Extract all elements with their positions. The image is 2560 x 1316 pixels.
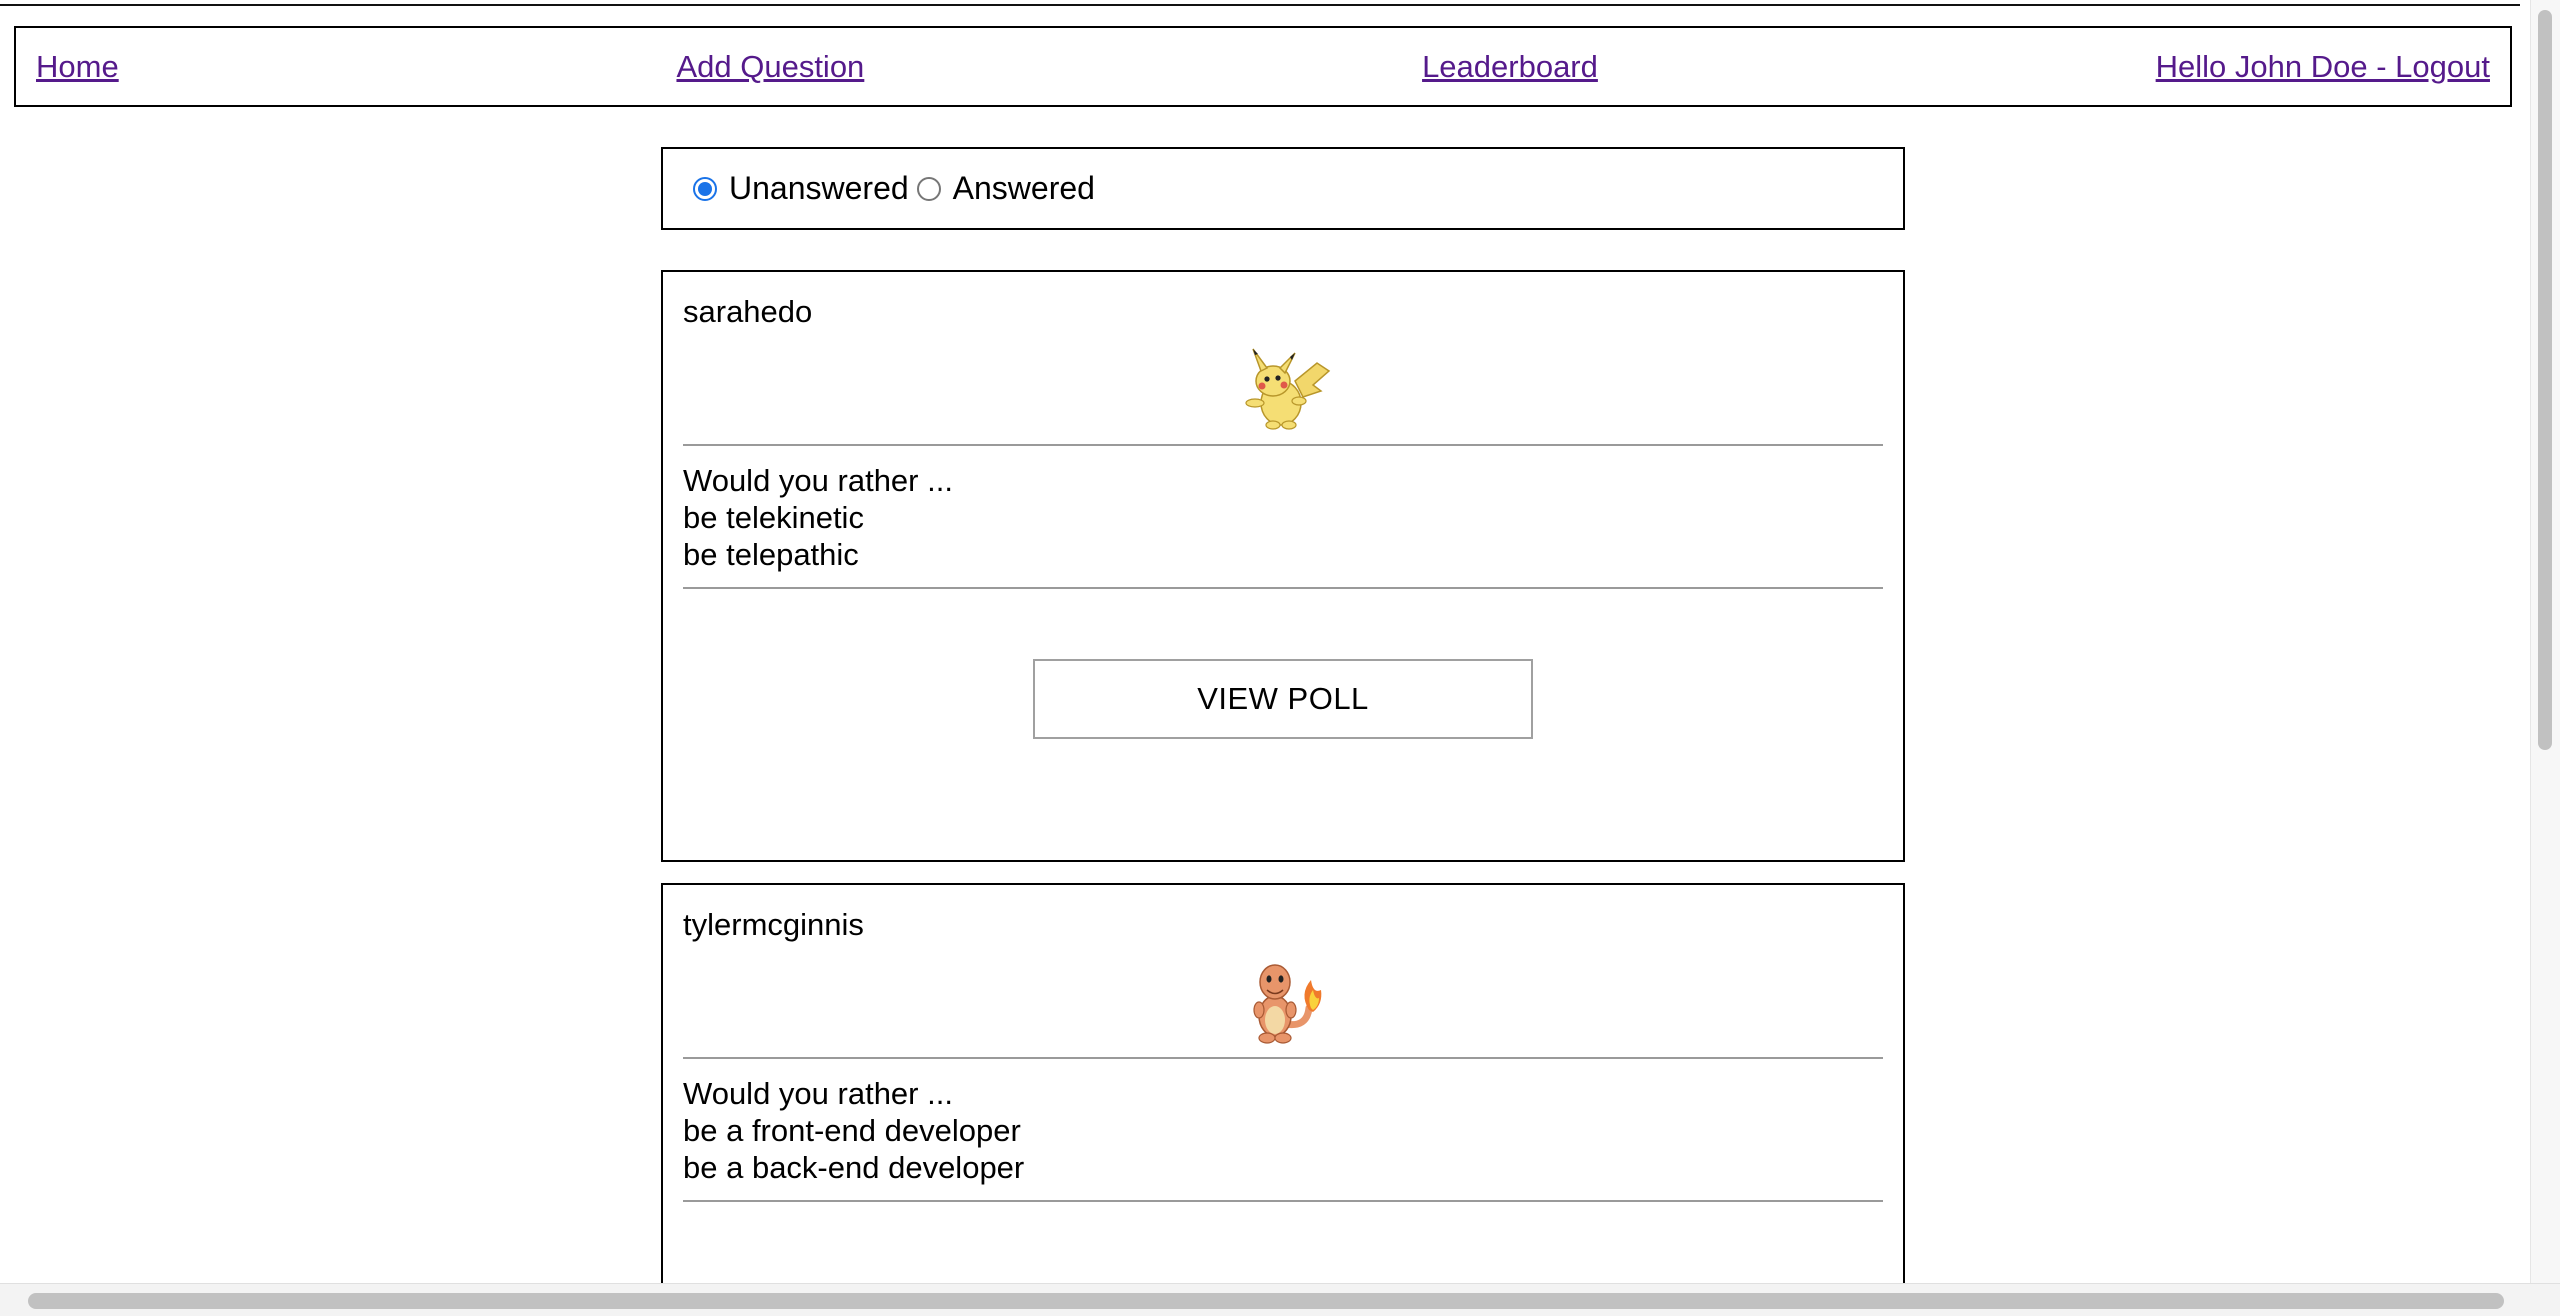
question-card: tylermcginnis Would you rather ... be a …: [661, 883, 1905, 1316]
top-divider: [0, 0, 2520, 6]
vertical-scrollbar-thumb[interactable]: [2538, 10, 2552, 750]
pikachu-avatar: [1245, 348, 1331, 430]
answered-radio[interactable]: [916, 176, 941, 201]
question-option-two: be telepathic: [683, 537, 859, 572]
question-filter: Unanswered Answered: [661, 147, 1905, 230]
top-navigation: Home Add Question Leaderboard Hello John…: [14, 26, 2512, 107]
question-card: sarahedo Would you rather ... be telekin…: [661, 270, 1905, 862]
charmander-avatar: [1253, 964, 1322, 1044]
question-option-one: be a front-end developer: [683, 1113, 1021, 1148]
answered-label[interactable]: Answered: [953, 170, 1095, 207]
view-poll-button[interactable]: VIEW POLL: [1033, 659, 1533, 739]
card-divider: [683, 1200, 1883, 1202]
question-author: tylermcginnis: [683, 907, 864, 942]
nav-add-question-link[interactable]: Add Question: [676, 49, 864, 85]
question-option-one: be telekinetic: [683, 500, 864, 535]
question-body: Would you rather ... be a front-end deve…: [683, 1059, 1883, 1200]
horizontal-scrollbar-thumb[interactable]: [28, 1293, 2504, 1309]
nav-logout-link[interactable]: Hello John Doe - Logout: [2156, 49, 2490, 85]
question-prompt: Would you rather ...: [683, 463, 953, 498]
vertical-scrollbar[interactable]: [2530, 0, 2560, 1283]
horizontal-scrollbar[interactable]: [0, 1283, 2560, 1316]
nav-home-link[interactable]: Home: [36, 49, 119, 85]
button-row: VIEW POLL: [683, 589, 1883, 739]
avatar-container: [683, 947, 1883, 1057]
unanswered-label[interactable]: Unanswered: [729, 170, 909, 207]
question-body: Would you rather ... be telekinetic be t…: [683, 446, 1883, 587]
question-option-two: be a back-end developer: [683, 1150, 1025, 1185]
browser-viewport: Home Add Question Leaderboard Hello John…: [0, 0, 2560, 1316]
unanswered-radio[interactable]: [693, 176, 717, 201]
avatar-container: [683, 334, 1883, 444]
question-author: sarahedo: [683, 294, 813, 329]
nav-leaderboard-link[interactable]: Leaderboard: [1422, 49, 1598, 85]
question-prompt: Would you rather ...: [683, 1076, 953, 1111]
